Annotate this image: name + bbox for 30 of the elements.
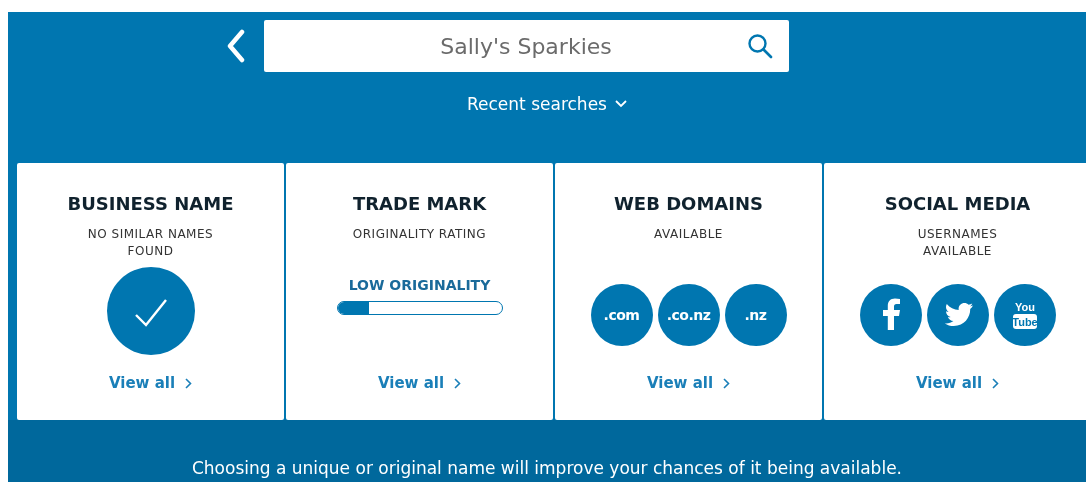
bird-icon[interactable] xyxy=(926,284,989,346)
check-circle-icon xyxy=(106,267,195,355)
recent-searches-toggle[interactable]: Recent searches xyxy=(467,94,627,114)
chevron-right-icon xyxy=(185,377,193,389)
footer-note: Choosing a unique or original name will improve your chances of it being available. xyxy=(191,458,902,480)
back-icon[interactable] xyxy=(225,29,246,63)
chevron-right-icon xyxy=(992,377,1000,389)
youtube-icon[interactable]: You Tube xyxy=(993,284,1056,346)
view-all-link[interactable]: View all xyxy=(646,374,731,392)
card-title: WEB DOMAINS xyxy=(614,193,763,214)
view-all-link[interactable]: View all xyxy=(915,374,1000,392)
search-icon[interactable] xyxy=(746,33,773,59)
chevron-icon xyxy=(614,100,627,108)
card-title: BUSINESS NAME xyxy=(67,193,234,214)
domain-badge[interactable]: .nz xyxy=(724,284,787,346)
domain-badge[interactable]: .co.nz xyxy=(657,284,720,346)
rating-label: LOW ORIGINALITY xyxy=(348,277,491,293)
card-subtitle: NO SIMILAR NAMES FOUND xyxy=(86,226,215,260)
card-subtitle: AVAILABLE xyxy=(653,226,724,243)
facebook-icon[interactable] xyxy=(859,284,922,346)
view-all-link[interactable]: View all xyxy=(108,374,193,392)
card-subtitle: ORIGINALITY RATING xyxy=(351,226,488,243)
card-title: SOCIAL MEDIA xyxy=(884,193,1031,214)
card-subtitle: USERNAMES AVAILABLE xyxy=(916,226,999,260)
domain-badge[interactable]: .com xyxy=(590,284,653,346)
chevron-right-icon xyxy=(454,377,462,389)
card-title: TRADE MARK xyxy=(352,193,487,214)
view-all-link[interactable]: View all xyxy=(377,374,462,392)
search-field[interactable]: Sally's Sparkies xyxy=(263,20,789,72)
chevron-right-icon xyxy=(723,377,731,389)
